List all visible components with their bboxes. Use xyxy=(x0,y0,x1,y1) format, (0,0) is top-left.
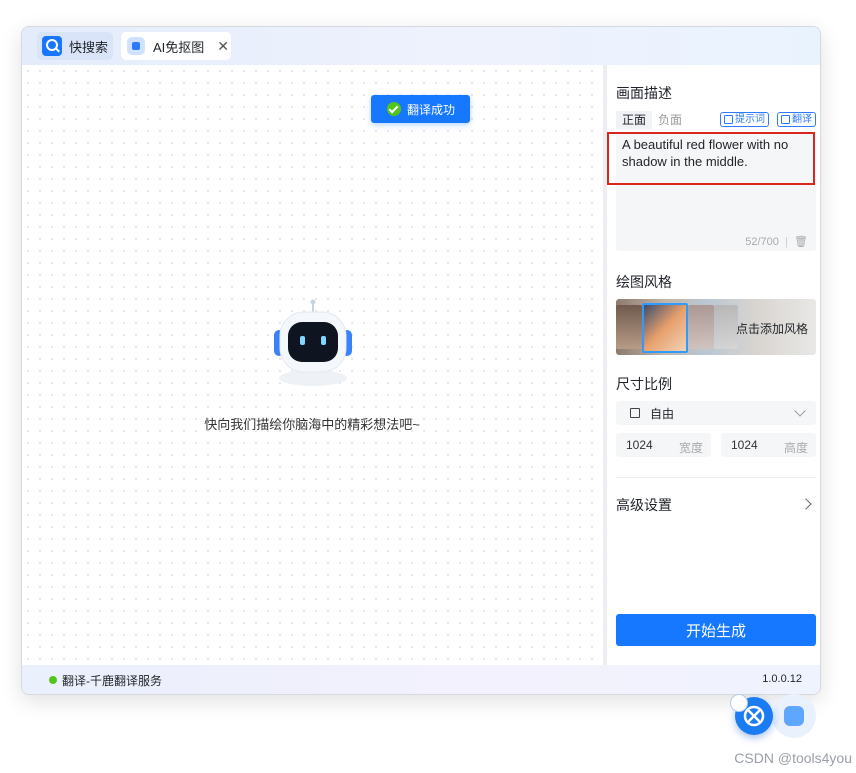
version-label: 1.0.0.12 xyxy=(762,673,802,685)
settings-panel: 画面描述 正面 负面 提示词 翻译 A beautiful red flower… xyxy=(603,65,820,665)
app-window: 快搜索 AI免抠图 ✕ 翻译成功 快向我们描绘你脑海中的精彩想法吧~ 画面描述 … xyxy=(21,26,821,695)
style-add-label: 点击添加风格 xyxy=(735,322,808,336)
prompt-words-label: 提示词 xyxy=(735,114,765,125)
style-thumb xyxy=(642,303,688,353)
advanced-settings[interactable]: 高级设置 xyxy=(616,495,816,515)
tab-quick-search-label: 快搜索 xyxy=(69,39,109,55)
frame-icon xyxy=(630,408,640,418)
ai-icon xyxy=(784,706,804,726)
status-bar: 翻译-千鹿翻译服务 1.0.0.12 xyxy=(22,665,820,694)
title-bar: 快搜索 AI免抠图 ✕ xyxy=(22,27,820,65)
prompt-counter: 52/700 | 🗑 xyxy=(745,236,808,248)
prompt-counter-value: 52/700 xyxy=(745,236,779,248)
style-thumb xyxy=(714,305,738,349)
prompt-words-button[interactable]: 提示词 xyxy=(720,112,769,127)
advanced-settings-label: 高级设置 xyxy=(616,497,672,513)
robot-hint: 快向我们描绘你脑海中的精彩想法吧~ xyxy=(204,417,420,432)
watermark: CSDN @tools4you xyxy=(734,750,852,766)
canvas-area: 翻译成功 快向我们描绘你脑海中的精彩想法吧~ xyxy=(22,65,603,665)
translate-label: 翻译 xyxy=(792,114,812,125)
width-field[interactable]: 1024 宽度 xyxy=(616,433,711,457)
prompt-tools: 提示词 翻译 xyxy=(720,112,816,127)
robot-illustration xyxy=(270,298,356,388)
translate-button[interactable]: 翻译 xyxy=(777,112,816,127)
translate-success-toast: 翻译成功 xyxy=(371,95,470,123)
close-icon[interactable]: ✕ xyxy=(217,38,229,55)
prompt-words-icon xyxy=(724,115,733,124)
translate-icon xyxy=(781,115,790,124)
tab-positive[interactable]: 正面 xyxy=(616,111,653,129)
ratio-value: 自由 xyxy=(650,406,675,421)
description-title: 画面描述 xyxy=(616,85,672,101)
style-title: 绘图风格 xyxy=(616,274,672,290)
height-value: 1024 xyxy=(731,438,758,452)
pin-badge-icon[interactable] xyxy=(730,694,748,712)
status-dot xyxy=(49,676,57,684)
tab-ai-cutout-label: AI免抠图 xyxy=(153,39,205,55)
toast-text: 翻译成功 xyxy=(407,102,456,117)
ai-assistant-button[interactable] xyxy=(772,694,816,738)
robot-icon xyxy=(274,299,352,386)
tab-quick-search[interactable]: 快搜索 xyxy=(37,32,113,60)
service-status[interactable]: 翻译-千鹿翻译服务 xyxy=(62,672,162,689)
chevron-right-icon xyxy=(800,498,812,510)
tab-ai-cutout[interactable]: AI免抠图 ✕ xyxy=(121,32,231,60)
check-icon xyxy=(387,102,401,116)
divider xyxy=(616,477,816,478)
prompt-tabs: 正面 负面 xyxy=(616,111,688,129)
ai-cutout-icon xyxy=(127,37,145,55)
width-label: 宽度 xyxy=(678,441,703,455)
chevron-down-icon xyxy=(794,405,806,417)
ratio-title: 尺寸比例 xyxy=(616,376,672,392)
height-label: 高度 xyxy=(783,441,808,455)
generate-button[interactable]: 开始生成 xyxy=(616,614,816,646)
height-field[interactable]: 1024 高度 xyxy=(721,433,816,457)
width-value: 1024 xyxy=(626,438,653,452)
tab-negative[interactable]: 负面 xyxy=(652,111,688,129)
style-picker[interactable]: 点击添加风格 xyxy=(616,299,816,355)
ratio-select[interactable]: 自由 xyxy=(616,401,816,425)
annotation-highlight xyxy=(607,132,815,185)
search-icon xyxy=(42,36,62,56)
style-thumb xyxy=(616,305,642,349)
style-thumb xyxy=(688,305,714,349)
trash-icon[interactable]: 🗑 xyxy=(794,236,808,248)
